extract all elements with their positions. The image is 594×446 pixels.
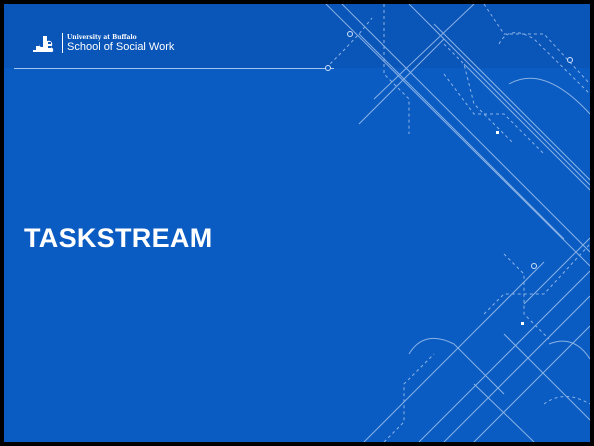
school-logo: University at Buffalo School of Social W… xyxy=(32,32,174,54)
logo-divider xyxy=(62,33,63,53)
slide-title: TASKSTREAM xyxy=(24,223,213,253)
university-name: University at Buffalo xyxy=(67,33,137,41)
title-slide: University at Buffalo School of Social W… xyxy=(4,4,590,442)
school-name: School of Social Work xyxy=(67,40,175,53)
logo-text: University at Buffalo School of Social W… xyxy=(67,34,174,53)
ub-logo-icon xyxy=(33,36,54,52)
